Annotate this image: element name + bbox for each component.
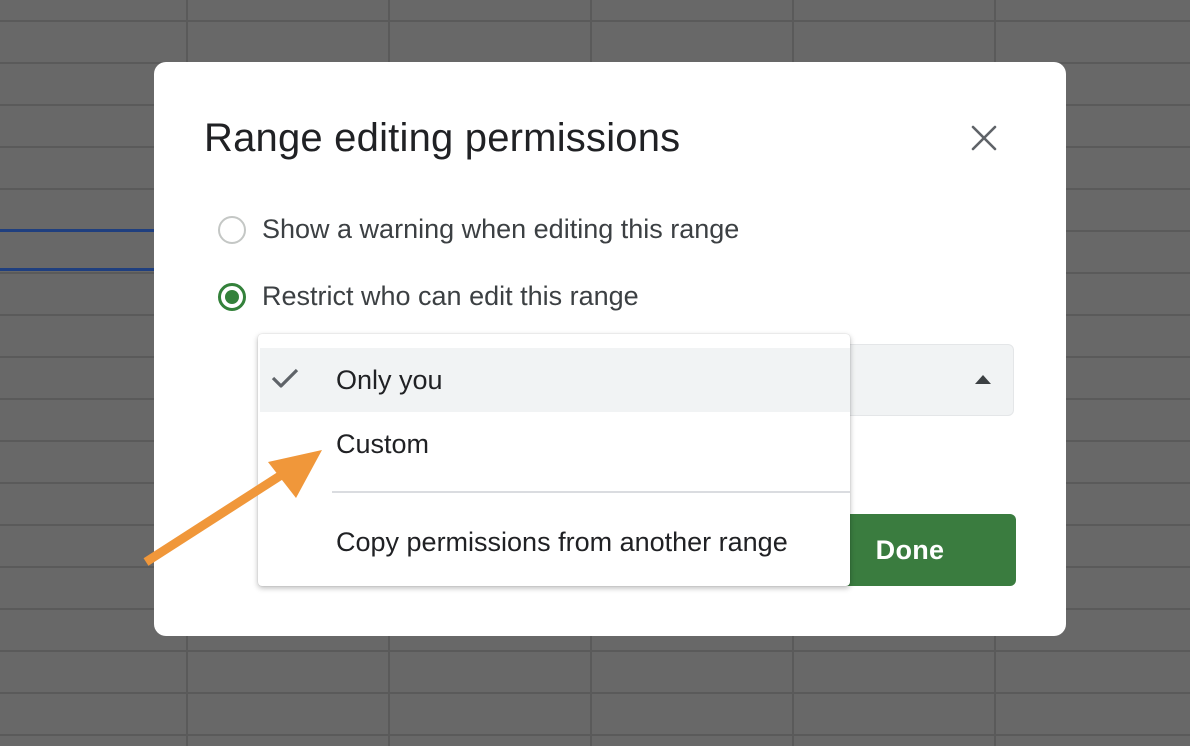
check-icon: [271, 368, 299, 388]
radio-option-restrict[interactable]: Restrict who can edit this range: [218, 281, 639, 312]
dropdown-menu: Only you Custom Copy permissions from an…: [258, 334, 850, 586]
selection-border-top: [0, 229, 160, 232]
screen: Range editing permissions Show a warning…: [0, 0, 1190, 746]
radio-restrict[interactable]: [218, 282, 246, 311]
dialog-title: Range editing permissions: [204, 116, 681, 160]
menu-item-custom[interactable]: Custom: [260, 412, 850, 476]
close-icon: [971, 125, 997, 151]
radio-option-label: Restrict who can edit this range: [262, 281, 639, 311]
menu-item-label: Custom: [336, 428, 430, 459]
menu-item-only-you[interactable]: Only you: [260, 348, 850, 412]
menu-item-copy-permissions[interactable]: Copy permissions from another range: [260, 510, 850, 574]
close-button[interactable]: [966, 120, 1002, 156]
menu-item-label: Only you: [336, 364, 443, 395]
menu-item-label: Copy permissions from another range: [336, 526, 788, 557]
radio-option-warning[interactable]: Show a warning when editing this range: [218, 214, 739, 245]
caret-up-icon: [975, 375, 991, 384]
selection-border-bottom: [0, 268, 160, 271]
menu-divider: [332, 491, 850, 493]
radio-option-label: Show a warning when editing this range: [262, 214, 740, 244]
orange-arrow-icon: [143, 450, 322, 566]
radio-warning[interactable]: [218, 215, 246, 244]
